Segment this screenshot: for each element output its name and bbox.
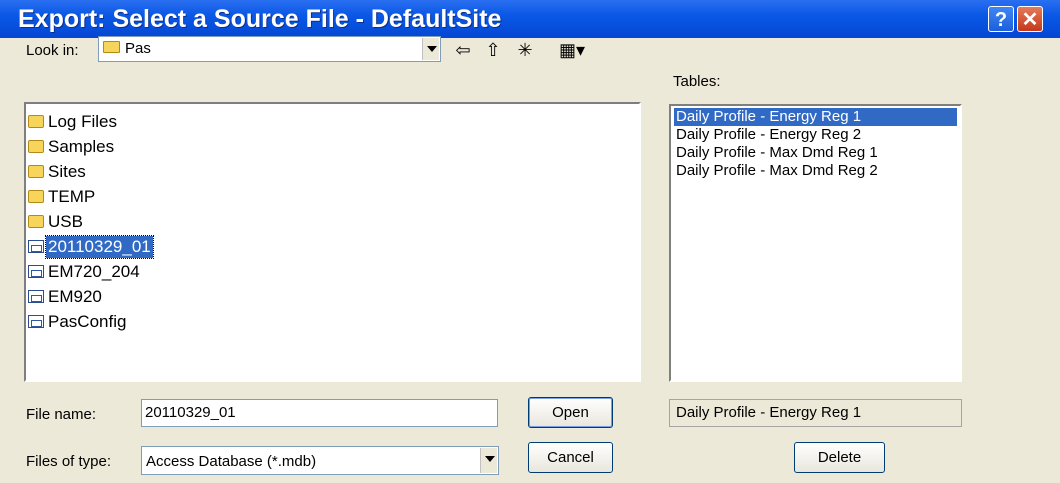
lookin-value: Pas [125, 40, 151, 57]
title-bar: Export: Select a Source File - DefaultSi… [0, 0, 1060, 38]
filetype-value: Access Database (*.mdb) [146, 453, 317, 470]
filetype-dropdown[interactable]: Access Database (*.mdb) [141, 446, 499, 475]
list-item-selected[interactable]: 20110329_01 [28, 234, 154, 259]
lookin-label: Look in: [26, 42, 79, 59]
filename-label: File name: [26, 406, 97, 423]
list-item[interactable]: Samples [28, 134, 116, 159]
database-file-icon [28, 240, 44, 253]
tables-label: Tables: [673, 73, 721, 90]
list-item[interactable]: PasConfig [28, 309, 128, 334]
lookin-dropdown[interactable]: Pas [98, 36, 441, 62]
list-item[interactable]: TEMP [28, 184, 97, 209]
database-file-icon [28, 290, 44, 303]
open-button[interactable]: Open [528, 397, 613, 428]
folder-icon [28, 140, 44, 153]
new-folder-icon[interactable]: ✳ [514, 39, 536, 61]
list-item[interactable]: Sites [28, 159, 88, 184]
up-folder-icon[interactable]: ⇧ [482, 39, 504, 61]
chevron-down-icon[interactable] [422, 38, 439, 60]
folder-icon [28, 215, 44, 228]
filetype-label: Files of type: [26, 453, 112, 470]
folder-icon [28, 115, 44, 128]
back-icon[interactable]: ⇦ [452, 39, 474, 61]
filename-field[interactable]: 20110329_01 [141, 399, 498, 427]
cancel-button[interactable]: Cancel [528, 442, 613, 473]
list-item[interactable]: EM920 [28, 284, 104, 309]
folder-icon [28, 165, 44, 178]
table-item[interactable]: Daily Profile - Max Dmd Reg 1 [674, 144, 957, 162]
database-file-icon [28, 265, 44, 278]
selected-table-field: Daily Profile - Energy Reg 1 [669, 399, 962, 427]
folder-icon [28, 190, 44, 203]
list-item[interactable]: EM720_204 [28, 259, 142, 284]
delete-button[interactable]: Delete [794, 442, 885, 473]
help-button[interactable]: ? [988, 6, 1014, 32]
list-item[interactable]: Log Files [28, 109, 119, 134]
chevron-down-icon[interactable] [480, 448, 497, 473]
view-menu-icon[interactable]: ▦▾ [548, 39, 596, 61]
close-button[interactable]: ✕ [1017, 6, 1043, 32]
file-list[interactable]: Log Files Samples Sites TEMP USB 2011032… [24, 102, 641, 382]
folder-icon [103, 41, 120, 53]
database-file-icon [28, 315, 44, 328]
window-title: Export: Select a Source File - DefaultSi… [18, 5, 502, 33]
tables-list[interactable]: Daily Profile - Energy Reg 1 Daily Profi… [669, 104, 962, 382]
table-item-selected[interactable]: Daily Profile - Energy Reg 1 [674, 108, 957, 126]
table-item[interactable]: Daily Profile - Max Dmd Reg 2 [674, 162, 957, 180]
list-item[interactable]: USB [28, 209, 85, 234]
table-item[interactable]: Daily Profile - Energy Reg 2 [674, 126, 957, 144]
